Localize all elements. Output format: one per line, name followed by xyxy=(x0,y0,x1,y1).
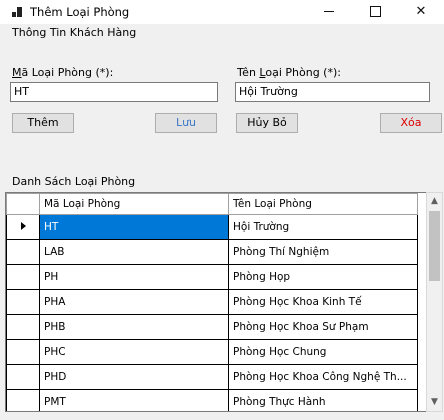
table-row[interactable]: PH Phòng Họp xyxy=(6,264,418,290)
table-row[interactable]: LAB Phòng Thí Nghiệm xyxy=(6,239,418,265)
huy-bo-button[interactable]: Hủy Bỏ xyxy=(236,113,298,133)
row-header[interactable] xyxy=(6,389,40,411)
row-header-corner xyxy=(6,193,40,215)
table-row[interactable]: PMT Phòng Thực Hành xyxy=(6,389,418,411)
scroll-up-icon[interactable]: ▲ xyxy=(427,193,442,210)
row-header[interactable] xyxy=(6,239,40,265)
cell-ten[interactable]: Phòng Thực Hành xyxy=(228,389,418,411)
scroll-down-icon[interactable]: ▼ xyxy=(427,394,442,411)
cell-ten[interactable]: Phòng Học Khoa Công Nghệ Th... xyxy=(228,364,418,390)
table-row[interactable]: PHB Phòng Học Khoa Sư Phạm xyxy=(6,314,418,340)
table-row[interactable]: HT Hội Trường xyxy=(6,214,418,240)
row-header[interactable] xyxy=(6,364,40,390)
column-header-ten[interactable]: Tên Loại Phòng xyxy=(228,193,418,215)
header-row: Mã Loại Phòng Tên Loại Phòng xyxy=(6,193,418,215)
title-bar: Thêm Loại Phòng ✕ xyxy=(0,0,444,24)
cell-ten[interactable]: Phòng Họp xyxy=(228,264,418,290)
ma-loai-phong-label: Mã Loại Phòng (*): xyxy=(12,66,114,79)
cell-ten[interactable]: Hội Trường xyxy=(228,214,418,240)
them-button[interactable]: Thêm xyxy=(12,113,74,133)
minimize-icon xyxy=(324,11,334,12)
loai-phong-grid[interactable]: Mã Loại Phòng Tên Loại Phòng HT Hội Trườ… xyxy=(5,192,428,412)
ten-loai-phong-input[interactable]: Hội Trường xyxy=(235,82,430,102)
current-row-arrow-icon xyxy=(20,222,26,230)
cell-ma[interactable]: PHC xyxy=(39,339,229,365)
cell-ma[interactable]: PHA xyxy=(39,289,229,315)
grid-table: Mã Loại Phòng Tên Loại Phòng HT Hội Trườ… xyxy=(6,193,418,411)
column-header-ma[interactable]: Mã Loại Phòng xyxy=(39,193,229,215)
table-row[interactable]: PHD Phòng Học Khoa Công Nghệ Th... xyxy=(6,364,418,390)
row-header[interactable] xyxy=(6,214,40,240)
scroll-thumb[interactable] xyxy=(429,211,440,281)
cell-ma[interactable]: LAB xyxy=(39,239,229,265)
row-header[interactable] xyxy=(6,314,40,340)
window-title: Thêm Loại Phòng xyxy=(30,5,130,19)
cell-ma[interactable]: HT xyxy=(39,214,229,240)
ten-loai-phong-label: Tên Loại Phòng (*): xyxy=(237,66,341,79)
table-row[interactable]: PHA Phòng Học Khoa Kinh Tế xyxy=(6,289,418,315)
maximize-button[interactable] xyxy=(352,0,398,24)
xoa-button[interactable]: Xóa xyxy=(380,113,442,133)
row-header[interactable] xyxy=(6,264,40,290)
close-button[interactable]: ✕ xyxy=(398,0,444,24)
vertical-scrollbar[interactable]: ▲ ▼ xyxy=(426,192,443,412)
cell-ma[interactable]: PHB xyxy=(39,314,229,340)
cell-ten[interactable]: Phòng Học Khoa Sư Phạm xyxy=(228,314,418,340)
cell-ma[interactable]: PHD xyxy=(39,364,229,390)
cell-ten[interactable]: Phòng Học Chung xyxy=(228,339,418,365)
list-title: Danh Sách Loại Phòng xyxy=(12,175,136,188)
group-title: Thông Tin Khách Hàng xyxy=(12,26,137,39)
cell-ma[interactable]: PMT xyxy=(39,389,229,411)
ma-loai-phong-input[interactable]: HT xyxy=(10,82,218,102)
cell-ten[interactable]: Phòng Học Khoa Kinh Tế xyxy=(228,289,418,315)
cell-ten[interactable]: Phòng Thí Nghiệm xyxy=(228,239,418,265)
row-header[interactable] xyxy=(6,289,40,315)
cell-ma[interactable]: PH xyxy=(39,264,229,290)
maximize-icon xyxy=(369,6,381,17)
minimize-button[interactable] xyxy=(306,0,352,24)
table-row[interactable]: PHC Phòng Học Chung xyxy=(6,339,418,365)
app-icon xyxy=(12,7,22,17)
luu-button[interactable]: Lưu xyxy=(155,113,217,133)
row-header[interactable] xyxy=(6,339,40,365)
close-icon: ✕ xyxy=(415,4,427,19)
